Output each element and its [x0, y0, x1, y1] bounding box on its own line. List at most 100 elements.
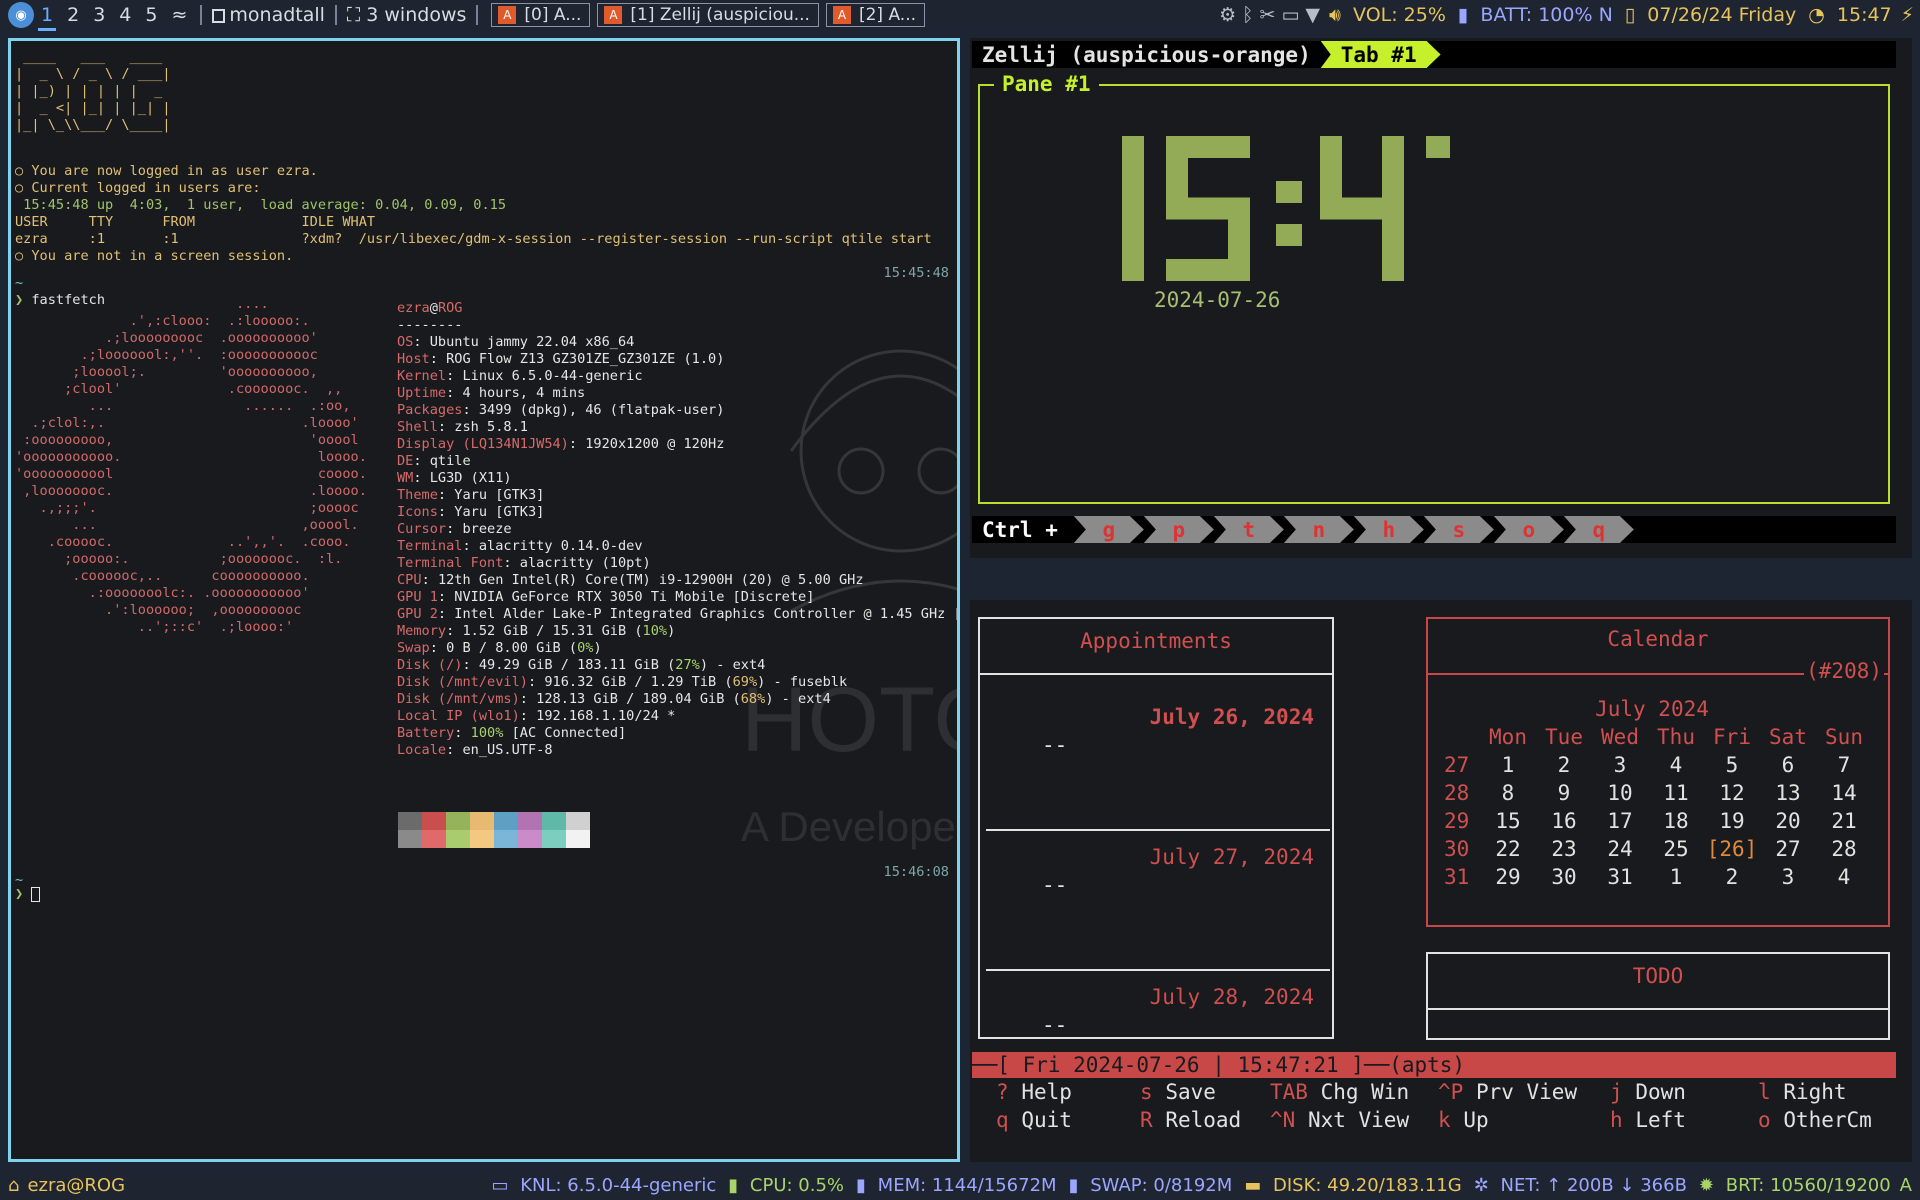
- calendar-day[interactable]: 14: [1816, 779, 1872, 807]
- key-n[interactable]: n: [1284, 516, 1354, 543]
- calendar-day[interactable]: 1: [1480, 751, 1536, 779]
- ff-info-row: Host: ROG Flow Z13 GZ301ZE_GZ301ZE (1.0): [397, 351, 725, 367]
- layout-indicator[interactable]: monadtall: [212, 4, 325, 26]
- calendar-day[interactable]: 13: [1760, 779, 1816, 807]
- calendar-day[interactable]: 16: [1536, 807, 1592, 835]
- appointment-day[interactable]: July 28, 2024: [1150, 985, 1314, 1009]
- color-swatch: [566, 812, 590, 830]
- calendar-month: July 2024: [1595, 697, 1709, 721]
- key-g[interactable]: g: [1074, 516, 1144, 543]
- power-icon[interactable]: ⚡: [1901, 4, 1914, 26]
- alacritty-terminal[interactable]: HOTODOGO A Developer's Faux Pas ____ ___…: [8, 38, 960, 1162]
- date-widget[interactable]: ▯ 07/26/24 Friday: [1622, 4, 1799, 26]
- calendar-day[interactable]: 4: [1816, 863, 1872, 891]
- calendar-day[interactable]: 9: [1536, 779, 1592, 807]
- week-number: 31: [1444, 865, 1470, 889]
- task-alacritty-2[interactable]: A [2] A...: [825, 3, 925, 27]
- workspace-2[interactable]: 2: [60, 4, 86, 26]
- calcurse-window[interactable]: Appointments July 26, 2024 -- July 27, 2…: [970, 600, 1912, 1162]
- key-s[interactable]: s: [1424, 516, 1494, 543]
- calendar-day[interactable]: 25: [1648, 835, 1704, 863]
- calendar-today[interactable]: [26]: [1704, 835, 1760, 863]
- calendar-day[interactable]: 2: [1536, 751, 1592, 779]
- calendar-day[interactable]: 28: [1816, 835, 1872, 863]
- tools-icon[interactable]: ✂: [1260, 4, 1276, 26]
- ff-info-value: qtile: [429, 453, 471, 469]
- help-entry: ^N Nxt View: [1270, 1108, 1409, 1132]
- calendar-day[interactable]: 3: [1760, 863, 1816, 891]
- task-alacritty-0[interactable]: A [0] A...: [491, 3, 591, 27]
- calendar-day[interactable]: 27: [1760, 835, 1816, 863]
- calendar-day[interactable]: 23: [1536, 835, 1592, 863]
- help-label: Reload: [1165, 1108, 1242, 1132]
- calendar-day[interactable]: 30: [1536, 863, 1592, 891]
- calendar-day[interactable]: 10: [1592, 779, 1648, 807]
- appointments-panel[interactable]: Appointments July 26, 2024 -- July 27, 2…: [978, 617, 1334, 1039]
- ff-art-line: ,loooooooc. .loooo.: [15, 483, 367, 499]
- key-h[interactable]: h: [1354, 516, 1424, 543]
- tab-1[interactable]: Tab #1: [1321, 41, 1441, 68]
- workspace-3[interactable]: 3: [86, 4, 112, 26]
- key-t[interactable]: t: [1214, 516, 1284, 543]
- calendar-day[interactable]: 29: [1480, 863, 1536, 891]
- prompt-line[interactable]: ❯: [15, 886, 41, 903]
- ubuntu-logo-icon[interactable]: ◉: [8, 2, 34, 28]
- week-number: 27: [1444, 753, 1470, 777]
- calendar-day[interactable]: 31: [1592, 863, 1648, 891]
- ff-info-value: 0 B / 8.00 GiB (: [446, 640, 578, 656]
- zellij-window[interactable]: Zellij (auspicious-orange) Tab #1 Pane #…: [970, 38, 1912, 558]
- key-p[interactable]: p: [1144, 516, 1214, 543]
- calendar-day[interactable]: 18: [1648, 807, 1704, 835]
- appointment-day[interactable]: July 27, 2024: [1150, 845, 1314, 869]
- calendar-day[interactable]: 17: [1592, 807, 1648, 835]
- brightness-icon: ✹: [1698, 1174, 1720, 1196]
- calendar-panel[interactable]: Calendar (#208) July 2024 Mon Tue Wed Thu Fr…: [1426, 617, 1890, 927]
- ctrl-label: Ctrl +: [982, 517, 1058, 542]
- calendar-day[interactable]: 22: [1480, 835, 1536, 863]
- todo-title: TODO: [1428, 954, 1888, 1010]
- calendar-day[interactable]: 1: [1648, 863, 1704, 891]
- key-o[interactable]: o: [1494, 516, 1564, 543]
- calendar-day[interactable]: 3: [1592, 751, 1648, 779]
- calendar-day[interactable]: 24: [1592, 835, 1648, 863]
- key-q[interactable]: q: [1564, 516, 1634, 543]
- ff-info-key: CPU: [397, 572, 422, 588]
- workspace-1[interactable]: 1: [34, 4, 60, 31]
- calendar-day[interactable]: 21: [1816, 807, 1872, 835]
- figlet-banner: ____ ___ ____ | _ \ / _ \ / ___| | |_) |…: [15, 49, 171, 133]
- scratchpad-icon[interactable]: ≈: [164, 4, 194, 26]
- help-label: Save: [1165, 1080, 1216, 1104]
- prompt-char: ❯: [15, 886, 24, 902]
- task-zellij[interactable]: A [1] Zellij (auspiciou...: [597, 3, 819, 27]
- ff-info-key: Disk (/mnt/evil): [397, 674, 528, 690]
- bluetooth-icon[interactable]: ᛒ: [1242, 4, 1253, 26]
- calendar-day[interactable]: 19: [1704, 807, 1760, 835]
- ff-title: ezra@ROG: [397, 300, 463, 316]
- appointment-day[interactable]: July 26, 2024: [1150, 705, 1314, 729]
- calendar-day[interactable]: 12: [1704, 779, 1760, 807]
- calendar-day[interactable]: 20: [1760, 807, 1816, 835]
- window-count: ⛶ 3 windows: [347, 4, 466, 26]
- workspace-5[interactable]: 5: [138, 4, 164, 26]
- ff-info-key: Terminal: [397, 538, 463, 554]
- zellij-pane[interactable]: Pane #1 2024-07-26: [978, 72, 1890, 504]
- clock-widget[interactable]: ◔ 15:47: [1805, 4, 1894, 26]
- wifi-icon[interactable]: ▼: [1305, 4, 1320, 26]
- calendar-day[interactable]: 2: [1704, 863, 1760, 891]
- volume-widget[interactable]: 🔊︎ VOL: 25%: [1326, 4, 1449, 26]
- ff-info-row: CPU: 12th Gen Intel(R) Core(TM) i9-12900…: [397, 572, 864, 588]
- time-label: 15:47: [1836, 4, 1892, 26]
- fastfetch-info: OS: Ubuntu jammy 22.04 x86_64 Host: ROG F…: [397, 334, 957, 759]
- keyboard-icon[interactable]: ▭: [1281, 4, 1299, 26]
- calendar-day[interactable]: 5: [1704, 751, 1760, 779]
- todo-panel[interactable]: TODO: [1426, 952, 1890, 1040]
- calendar-day[interactable]: 15: [1480, 807, 1536, 835]
- ff-info-percent: 100%: [470, 725, 504, 741]
- calendar-day[interactable]: 6: [1760, 751, 1816, 779]
- calendar-day[interactable]: 7: [1816, 751, 1872, 779]
- calendar-day[interactable]: 4: [1648, 751, 1704, 779]
- calendar-day[interactable]: 11: [1648, 779, 1704, 807]
- calendar-day[interactable]: 8: [1480, 779, 1536, 807]
- workspace-4[interactable]: 4: [112, 4, 138, 26]
- network-settings-icon[interactable]: ⚙: [1219, 4, 1236, 26]
